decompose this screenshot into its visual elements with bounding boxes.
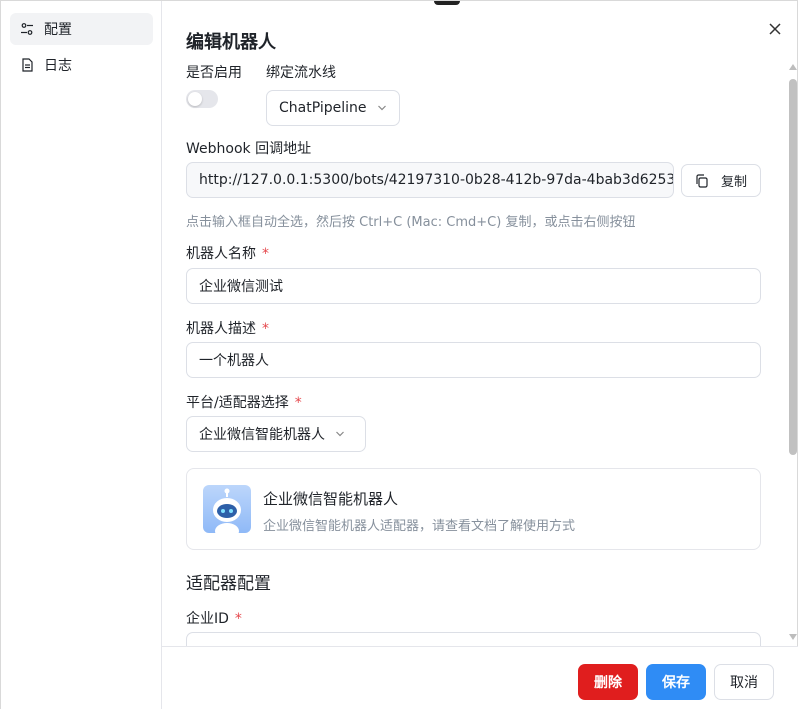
- sliders-icon: [20, 22, 34, 36]
- sidebar-item-label: 配置: [44, 22, 72, 38]
- dialog-body: 编辑机器人 是否启用 绑定流水线 ChatPipeline Webhook 回调…: [162, 1, 798, 646]
- dialog-footer: 删除 保存 取消: [162, 646, 798, 709]
- adapter-config-heading: 适配器配置: [186, 574, 271, 594]
- corp-id-input[interactable]: [186, 632, 761, 646]
- webhook-label: Webhook 回调地址: [186, 141, 312, 157]
- sidebar-item-logs[interactable]: 日志: [10, 49, 153, 81]
- scrollbar-thumb[interactable]: [789, 79, 797, 455]
- bot-desc-label-text: 机器人描述: [186, 321, 256, 337]
- corp-id-label: 企业ID *: [186, 608, 242, 628]
- chevron-down-icon: [335, 429, 345, 439]
- save-button[interactable]: 保存: [646, 664, 706, 700]
- chevron-down-icon: [377, 103, 387, 113]
- delete-button[interactable]: 删除: [578, 664, 638, 700]
- bot-desc-label: 机器人描述 *: [186, 318, 269, 338]
- bot-name-input[interactable]: 企业微信测试: [186, 268, 761, 304]
- bot-name-label: 机器人名称 *: [186, 243, 269, 263]
- required-mark: *: [294, 395, 302, 411]
- copy-icon: [696, 173, 708, 188]
- scroll-down-arrow[interactable]: [789, 634, 797, 640]
- bot-name-label-text: 机器人名称: [186, 246, 256, 262]
- required-mark: *: [262, 321, 269, 337]
- scroll-up-arrow[interactable]: [789, 64, 797, 70]
- sidebar: 配置 日志: [1, 1, 162, 709]
- toggle-knob: [188, 92, 202, 106]
- adapter-info-card: 企业微信智能机器人 企业微信智能机器人适配器，请查看文档了解使用方式: [186, 468, 761, 550]
- corp-id-label-text: 企业ID: [186, 611, 229, 627]
- sidebar-item-config[interactable]: 配置: [10, 13, 153, 45]
- platform-select[interactable]: 企业微信智能机器人: [186, 416, 366, 452]
- pipeline-select-value: ChatPipeline: [279, 100, 367, 116]
- pipeline-select[interactable]: ChatPipeline: [266, 90, 400, 126]
- platform-label: 平台/适配器选择 *: [186, 392, 302, 412]
- required-mark: *: [262, 246, 269, 262]
- enabled-label: 是否启用: [186, 65, 242, 81]
- adapter-card-name: 企业微信智能机器人: [263, 490, 399, 508]
- enabled-toggle[interactable]: [186, 90, 218, 108]
- copy-button-label: 复制: [720, 175, 747, 190]
- adapter-card-desc: 企业微信智能机器人适配器，请查看文档了解使用方式: [263, 519, 576, 534]
- platform-label-text: 平台/适配器选择: [186, 395, 289, 411]
- copy-button[interactable]: 复制: [681, 164, 761, 197]
- bot-desc-input[interactable]: 一个机器人: [186, 342, 761, 378]
- sidebar-item-label: 日志: [44, 58, 72, 74]
- webhook-hint: 点击输入框自动全选，然后按 Ctrl+C (Mac: Cmd+C) 复制，或点击…: [186, 215, 636, 230]
- robot-icon: [203, 485, 251, 533]
- platform-select-value: 企业微信智能机器人: [199, 427, 325, 443]
- close-icon[interactable]: [765, 19, 785, 39]
- edit-bot-dialog: 配置 日志 编辑机器人 是否启用 绑定流水线 ChatPipeline Webh…: [0, 0, 798, 709]
- webhook-url-input[interactable]: http://127.0.0.1:5300/bots/42197310-0b28…: [186, 162, 674, 198]
- dialog-title: 编辑机器人: [186, 32, 276, 53]
- document-icon: [20, 58, 34, 72]
- cancel-button[interactable]: 取消: [714, 664, 774, 700]
- required-mark: *: [234, 611, 242, 627]
- pipeline-label: 绑定流水线: [266, 65, 336, 81]
